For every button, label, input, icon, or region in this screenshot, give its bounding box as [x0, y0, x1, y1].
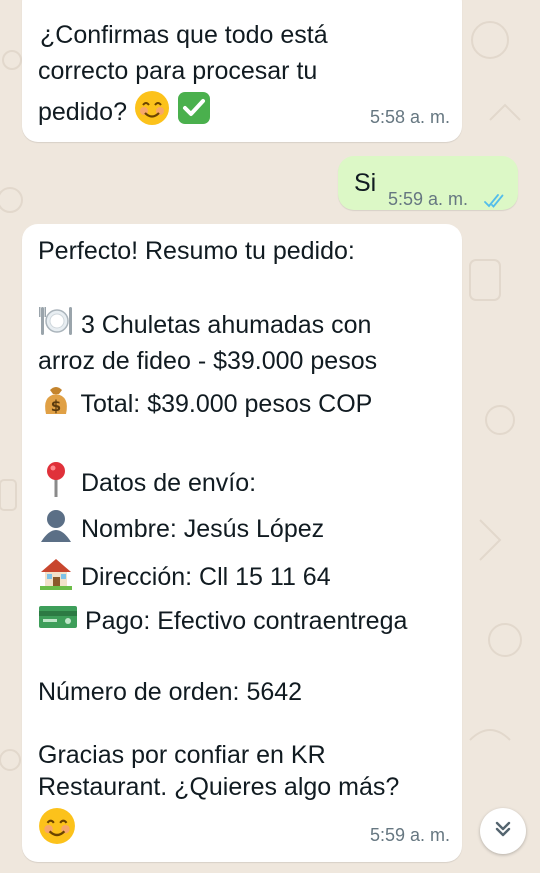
smiling-face-icon [134, 90, 170, 137]
message-bubble-confirm[interactable]: ¿Confirmas que todo está correcto para p… [22, 0, 462, 142]
round-pushpin-icon [38, 460, 74, 509]
summary-shipping-row: Datos de envío: [38, 460, 256, 509]
house-garden-icon [38, 555, 74, 602]
summary-thanks-text: Restaurant. ¿Quieres algo más? [38, 773, 400, 801]
message-text: pedido? [38, 98, 127, 127]
summary-item-text: 3 Chuletas ahumadas con [80, 311, 372, 340]
message-timestamp: 5:58 a. m. [369, 107, 450, 127]
message-text-row: pedido? [38, 90, 211, 137]
message-text: ¿Confirmas que todo está [40, 21, 328, 49]
smiling-face-icon [38, 807, 76, 856]
summary-payment-text: Pago: Efectivo contraentrega [84, 607, 408, 635]
banknote-icon [38, 603, 78, 642]
scroll-to-bottom-button[interactable] [480, 808, 526, 854]
check-mark-button-icon [177, 91, 211, 136]
summary-address-text: Dirección: Cll 15 11 64 [80, 563, 331, 592]
summary-shipping-text: Datos de envío: [80, 469, 257, 498]
summary-order-number: Número de orden: 5642 [38, 678, 303, 706]
message-text: correcto para procesar tu [38, 57, 318, 85]
summary-intro: Perfecto! Resumo tu pedido: [38, 237, 355, 265]
summary-total-text: Total: $39.000 pesos COP [80, 390, 373, 419]
summary-name-text: Nombre: Jesús López [80, 515, 325, 544]
svg-text:$: $ [51, 397, 61, 415]
summary-payment-row: Pago: Efectivo contraentrega [38, 602, 407, 642]
summary-total-row: $ Total: $39.000 pesos COP [38, 382, 372, 429]
money-bag-icon: $ [38, 382, 74, 429]
message-timestamp: 5:59 a. m. [369, 825, 450, 845]
chevron-double-down-icon [492, 818, 514, 845]
summary-address-row: Dirección: Cll 15 11 64 [38, 555, 331, 602]
summary-name-row: Nombre: Jesús López [38, 507, 324, 554]
message-timestamp: 5:59 a. m. [388, 189, 469, 209]
message-bubble-summary[interactable]: Perfecto! Resumo tu pedido: 3 Chuletas a… [22, 224, 462, 862]
summary-item-text: arroz de fideo - $39.000 pesos [38, 347, 378, 375]
message-text: Si [354, 169, 377, 197]
message-bubble-reply[interactable]: Si 5:59 a. m. [338, 156, 518, 210]
bust-silhouette-icon [38, 507, 74, 554]
double-check-icon [484, 182, 508, 220]
